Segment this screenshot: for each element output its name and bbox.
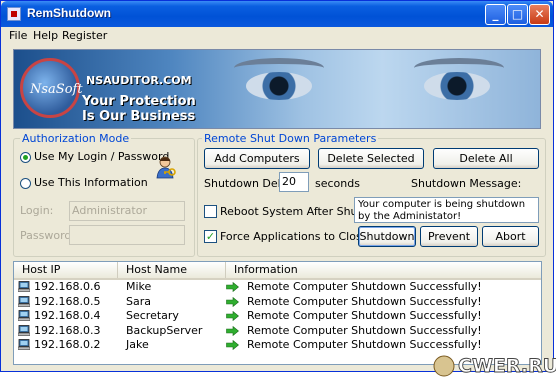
title-bar[interactable]: RemShutdown _ □ ✕ xyxy=(1,1,553,27)
success-arrow-icon xyxy=(226,282,239,292)
information-cell: Remote Computer Shutdown Successfully! xyxy=(247,323,482,337)
logo-text: NsaSoft xyxy=(30,82,83,97)
shutdown-message-label: Shutdown Message: xyxy=(411,177,522,190)
login-label: Login: xyxy=(20,204,54,217)
table-row[interactable]: 192.168.0.4 Secretary Remote Computer Shut… xyxy=(14,309,541,323)
computer-icon xyxy=(18,324,30,336)
information-cell: Remote Computer Shutdown Successfully! xyxy=(247,309,482,322)
add-computers-button[interactable]: Add Computers xyxy=(204,148,310,169)
hosts-list-header: Host IP Host Name Information xyxy=(14,262,541,280)
success-arrow-icon xyxy=(226,325,239,336)
computer-icon xyxy=(18,310,30,321)
authorization-legend: Authorization Mode xyxy=(20,132,132,145)
maximize-button[interactable]: □ xyxy=(507,4,528,25)
app-icon xyxy=(7,7,21,21)
app-window: RemShutdown _ □ ✕ File Help Register Nsa… xyxy=(0,0,554,372)
cwer-watermark: CWER.RU xyxy=(433,355,556,377)
column-information[interactable]: Information xyxy=(226,262,541,278)
information-cell: Remote Computer Shutdown Successfully! xyxy=(247,280,482,293)
abort-button[interactable]: Abort xyxy=(482,226,539,247)
radio-use-this-information[interactable] xyxy=(20,178,31,189)
close-button[interactable]: ✕ xyxy=(529,4,550,25)
watermark-text: CWER.RU xyxy=(458,355,556,377)
information-cell: Remote Computer Shutdown Successfully! xyxy=(247,294,482,308)
host-name-cell: Sara xyxy=(126,294,151,308)
menu-help[interactable]: Help xyxy=(33,29,58,42)
authorization-group: Authorization Mode Use My Login / Passwo… xyxy=(13,132,195,257)
user-key-icon xyxy=(156,156,176,179)
host-name-cell: BackupServer xyxy=(126,323,203,337)
password-field[interactable] xyxy=(69,225,185,245)
radio-use-this-information-label[interactable]: Use This Information xyxy=(34,176,148,189)
menu-file[interactable]: File xyxy=(9,29,27,42)
column-host-ip[interactable]: Host IP xyxy=(14,262,118,278)
menu-bar: File Help Register xyxy=(3,27,551,45)
host-name-cell: Mike xyxy=(126,280,152,293)
radio-use-my-login-label[interactable]: Use My Login / Password xyxy=(34,150,169,163)
host-ip-cell: 192.168.0.4 xyxy=(34,309,101,322)
host-name-cell: Secretary xyxy=(126,309,179,322)
reboot-checkbox[interactable] xyxy=(204,205,217,218)
host-ip-cell: 192.168.0.3 xyxy=(34,323,101,337)
table-row[interactable]: 192.168.0.5 Sara Remote Computer Shutdown … xyxy=(14,295,541,309)
radio-use-my-login[interactable] xyxy=(20,152,31,163)
brand-site: NSAUDITOR.COM xyxy=(86,74,192,87)
computer-icon xyxy=(18,339,30,350)
host-name-cell: Jake xyxy=(126,338,149,351)
left-eye-image xyxy=(246,72,312,100)
delete-all-button[interactable]: Delete All xyxy=(433,148,539,169)
force-apps-checkbox[interactable]: ✓ xyxy=(204,230,217,243)
delete-selected-button[interactable]: Delete Selected xyxy=(318,148,424,169)
right-eye-image xyxy=(424,72,490,100)
table-row[interactable]: 192.168.0.6 Mike Remote Computer Shutdown … xyxy=(14,280,541,294)
brand-banner: NsaSoft NSAUDITOR.COM Your Protection Is… xyxy=(13,49,541,129)
window-title: RemShutdown xyxy=(27,6,111,20)
shutdown-button[interactable]: Shutdown xyxy=(358,226,416,247)
column-host-name[interactable]: Host Name xyxy=(118,262,226,278)
minimize-button[interactable]: _ xyxy=(485,4,506,25)
success-arrow-icon xyxy=(226,311,239,321)
shutdown-delay-field[interactable]: 20 xyxy=(279,172,309,192)
parameters-legend: Remote Shut Down Parameters xyxy=(202,132,379,145)
computer-icon xyxy=(18,295,30,307)
table-row[interactable]: 192.168.0.3 BackupServer Remote Computer S… xyxy=(14,324,541,338)
parameters-group: Remote Shut Down Parameters Add Computer… xyxy=(197,132,546,257)
host-ip-cell: 192.168.0.5 xyxy=(34,294,101,308)
success-arrow-icon xyxy=(226,296,239,307)
login-field[interactable]: Administrator xyxy=(69,201,185,221)
brand-slogan: Your Protection Is Our Business xyxy=(82,94,196,124)
computer-icon xyxy=(18,281,30,292)
host-ip-cell: 192.168.0.6 xyxy=(34,280,101,293)
shutdown-message-field[interactable]: Your computer is being shutdown by the A… xyxy=(354,197,539,223)
menu-register[interactable]: Register xyxy=(62,29,107,42)
password-label: Password: xyxy=(20,229,76,242)
host-ip-cell: 192.168.0.2 xyxy=(34,338,101,351)
force-apps-label[interactable]: Force Applications to Close xyxy=(220,230,368,243)
prevent-button[interactable]: Prevent xyxy=(420,226,478,247)
seconds-label: seconds xyxy=(315,177,360,190)
success-arrow-icon xyxy=(226,340,239,350)
